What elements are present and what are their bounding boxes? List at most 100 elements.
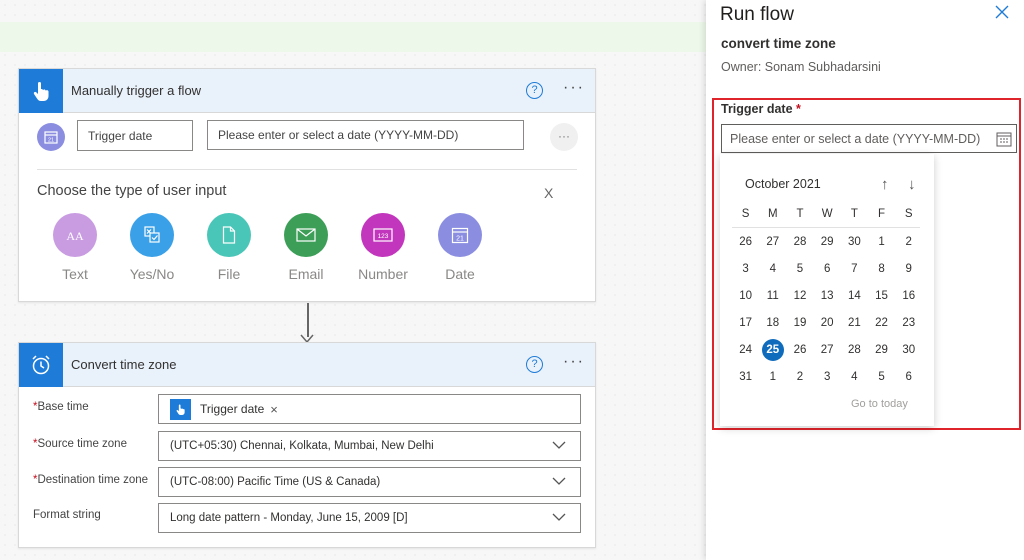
trigger-card-header[interactable]: Manually trigger a flow ? ··· bbox=[19, 69, 595, 113]
panel-title: Run flow bbox=[720, 4, 794, 25]
dynamic-content-token[interactable]: Trigger date × bbox=[170, 398, 278, 420]
calendar-day[interactable]: 11 bbox=[759, 285, 786, 307]
calendar-day[interactable]: 7 bbox=[841, 258, 868, 280]
calendar-day[interactable]: 6 bbox=[895, 366, 922, 388]
input-type-date[interactable]: 21 Date bbox=[428, 213, 492, 282]
field-label-text: Base time bbox=[37, 401, 89, 413]
yes-no-icon bbox=[130, 213, 174, 257]
calendar-icon: 21 bbox=[438, 213, 482, 257]
select-value: Long date pattern - Monday, June 15, 200… bbox=[170, 512, 408, 524]
calendar-day[interactable]: 5 bbox=[786, 258, 813, 280]
convert-card-header[interactable]: Convert time zone ? ··· bbox=[19, 343, 595, 387]
close-icon[interactable] bbox=[995, 5, 1009, 19]
source-time-zone-select[interactable]: (UTC+05:30) Chennai, Kolkata, Mumbai, Ne… bbox=[158, 431, 581, 461]
calendar-day[interactable]: 22 bbox=[868, 312, 895, 334]
close-input-type-button[interactable]: X bbox=[544, 185, 553, 201]
text-icon: AA bbox=[53, 213, 97, 257]
parameter-placeholder-input[interactable]: Please enter or select a date (YYYY-MM-D… bbox=[207, 120, 524, 150]
calendar-day[interactable]: 6 bbox=[814, 258, 841, 280]
calendar-day[interactable]: 2 bbox=[895, 231, 922, 253]
calendar-day[interactable]: 4 bbox=[841, 366, 868, 388]
hand-touch-icon bbox=[170, 398, 191, 420]
calendar-day[interactable]: 16 bbox=[895, 285, 922, 307]
token-remove-button[interactable]: × bbox=[270, 402, 278, 417]
calendar-day[interactable]: 24 bbox=[732, 339, 759, 361]
input-type-label: Text bbox=[62, 266, 88, 282]
input-type-text[interactable]: AA Text bbox=[43, 213, 107, 282]
calendar-day[interactable]: 8 bbox=[868, 258, 895, 280]
calendar-day[interactable]: 30 bbox=[895, 339, 922, 361]
day-of-week: W bbox=[821, 208, 833, 220]
calendar-day[interactable]: 21 bbox=[841, 312, 868, 334]
calendar-day[interactable]: 26 bbox=[786, 339, 813, 361]
trigger-card-title: Manually trigger a flow bbox=[71, 83, 202, 98]
trigger-date-input[interactable]: Please enter or select a date (YYYY-MM-D… bbox=[721, 124, 1017, 153]
divider bbox=[37, 169, 577, 170]
calendar-day[interactable]: 30 bbox=[841, 231, 868, 253]
calendar-day-selected[interactable]: 25 bbox=[759, 339, 786, 361]
calendar-day[interactable]: 2 bbox=[786, 366, 813, 388]
calendar-day[interactable]: 10 bbox=[732, 285, 759, 307]
calendar-day[interactable]: 15 bbox=[868, 285, 895, 307]
calendar-day[interactable]: 17 bbox=[732, 312, 759, 334]
help-icon[interactable]: ? bbox=[526, 82, 543, 99]
calendar-icon[interactable] bbox=[996, 131, 1012, 147]
input-type-number[interactable]: 123 Number bbox=[351, 213, 415, 282]
days-of-week-row: S M T W T F S bbox=[732, 208, 924, 220]
input-type-yes-no[interactable]: Yes/No bbox=[120, 213, 184, 282]
more-options-icon[interactable]: ··· bbox=[563, 79, 585, 97]
calendar-day[interactable]: 20 bbox=[814, 312, 841, 334]
calendar-week-row: 10 11 12 13 14 15 16 bbox=[732, 285, 924, 307]
calendar-day[interactable]: 3 bbox=[814, 366, 841, 388]
destination-time-zone-select[interactable]: (UTC-08:00) Pacific Time (US & Canada) bbox=[158, 467, 581, 497]
calendar-day[interactable]: 19 bbox=[786, 312, 813, 334]
source-time-zone-label: *Source time zone bbox=[33, 438, 127, 450]
calendar-day[interactable]: 5 bbox=[868, 366, 895, 388]
run-flow-panel: Run flow convert time zone Owner: Sonam … bbox=[706, 0, 1024, 560]
calendar-day[interactable]: 28 bbox=[786, 231, 813, 253]
calendar-day[interactable]: 31 bbox=[732, 366, 759, 388]
field-label-text: Destination time zone bbox=[37, 474, 149, 486]
calendar-day[interactable]: 14 bbox=[841, 285, 868, 307]
calendar-day[interactable]: 23 bbox=[895, 312, 922, 334]
calendar-day[interactable]: 13 bbox=[814, 285, 841, 307]
calendar-day[interactable]: 1 bbox=[759, 366, 786, 388]
calendar-day[interactable]: 29 bbox=[814, 231, 841, 253]
day-of-week: T bbox=[850, 208, 858, 220]
calendar-day[interactable]: 12 bbox=[786, 285, 813, 307]
next-month-arrow-icon[interactable]: ↓ bbox=[908, 176, 916, 193]
calendar-day[interactable]: 27 bbox=[759, 231, 786, 253]
previous-month-arrow-icon[interactable]: ↑ bbox=[881, 176, 889, 193]
input-type-label: Number bbox=[358, 266, 408, 282]
parameter-name-input[interactable]: Trigger date bbox=[77, 120, 193, 151]
calendar-month-label[interactable]: October 2021 bbox=[745, 177, 821, 191]
format-string-select[interactable]: Long date pattern - Monday, June 15, 200… bbox=[158, 503, 581, 533]
input-type-file[interactable]: File bbox=[197, 213, 261, 282]
calendar-day[interactable]: 18 bbox=[759, 312, 786, 334]
calendar-day[interactable]: 4 bbox=[759, 258, 786, 280]
more-options-icon[interactable]: ··· bbox=[563, 353, 585, 371]
base-time-input[interactable]: Trigger date × bbox=[158, 394, 581, 424]
calendar-week-row: 17 18 19 20 21 22 23 bbox=[732, 312, 924, 334]
number-icon: 123 bbox=[361, 213, 405, 257]
input-type-email[interactable]: Email bbox=[274, 213, 338, 282]
field-label-text: Trigger date bbox=[721, 102, 793, 116]
help-icon[interactable]: ? bbox=[526, 356, 543, 373]
go-to-today-link[interactable]: Go to today bbox=[851, 398, 908, 410]
selected-day-badge: 25 bbox=[761, 339, 784, 361]
calendar-day[interactable]: 27 bbox=[814, 339, 841, 361]
day-of-week: S bbox=[904, 208, 913, 220]
day-of-week: T bbox=[796, 208, 804, 220]
calendar-day[interactable]: 28 bbox=[841, 339, 868, 361]
calendar-day[interactable]: 26 bbox=[732, 231, 759, 253]
convert-time-zone-card: Convert time zone ? ··· *Base time Trigg… bbox=[18, 342, 596, 548]
calendar-day[interactable]: 3 bbox=[732, 258, 759, 280]
calendar-day[interactable]: 29 bbox=[868, 339, 895, 361]
calendar-icon: 21 bbox=[37, 123, 65, 151]
success-banner-strip bbox=[0, 22, 706, 52]
calendar-day[interactable]: 1 bbox=[868, 231, 895, 253]
flow-name: convert time zone bbox=[721, 36, 836, 51]
calendar-day[interactable]: 9 bbox=[895, 258, 922, 280]
input-type-label: File bbox=[217, 266, 241, 282]
parameter-more-button[interactable]: ··· bbox=[550, 123, 578, 151]
